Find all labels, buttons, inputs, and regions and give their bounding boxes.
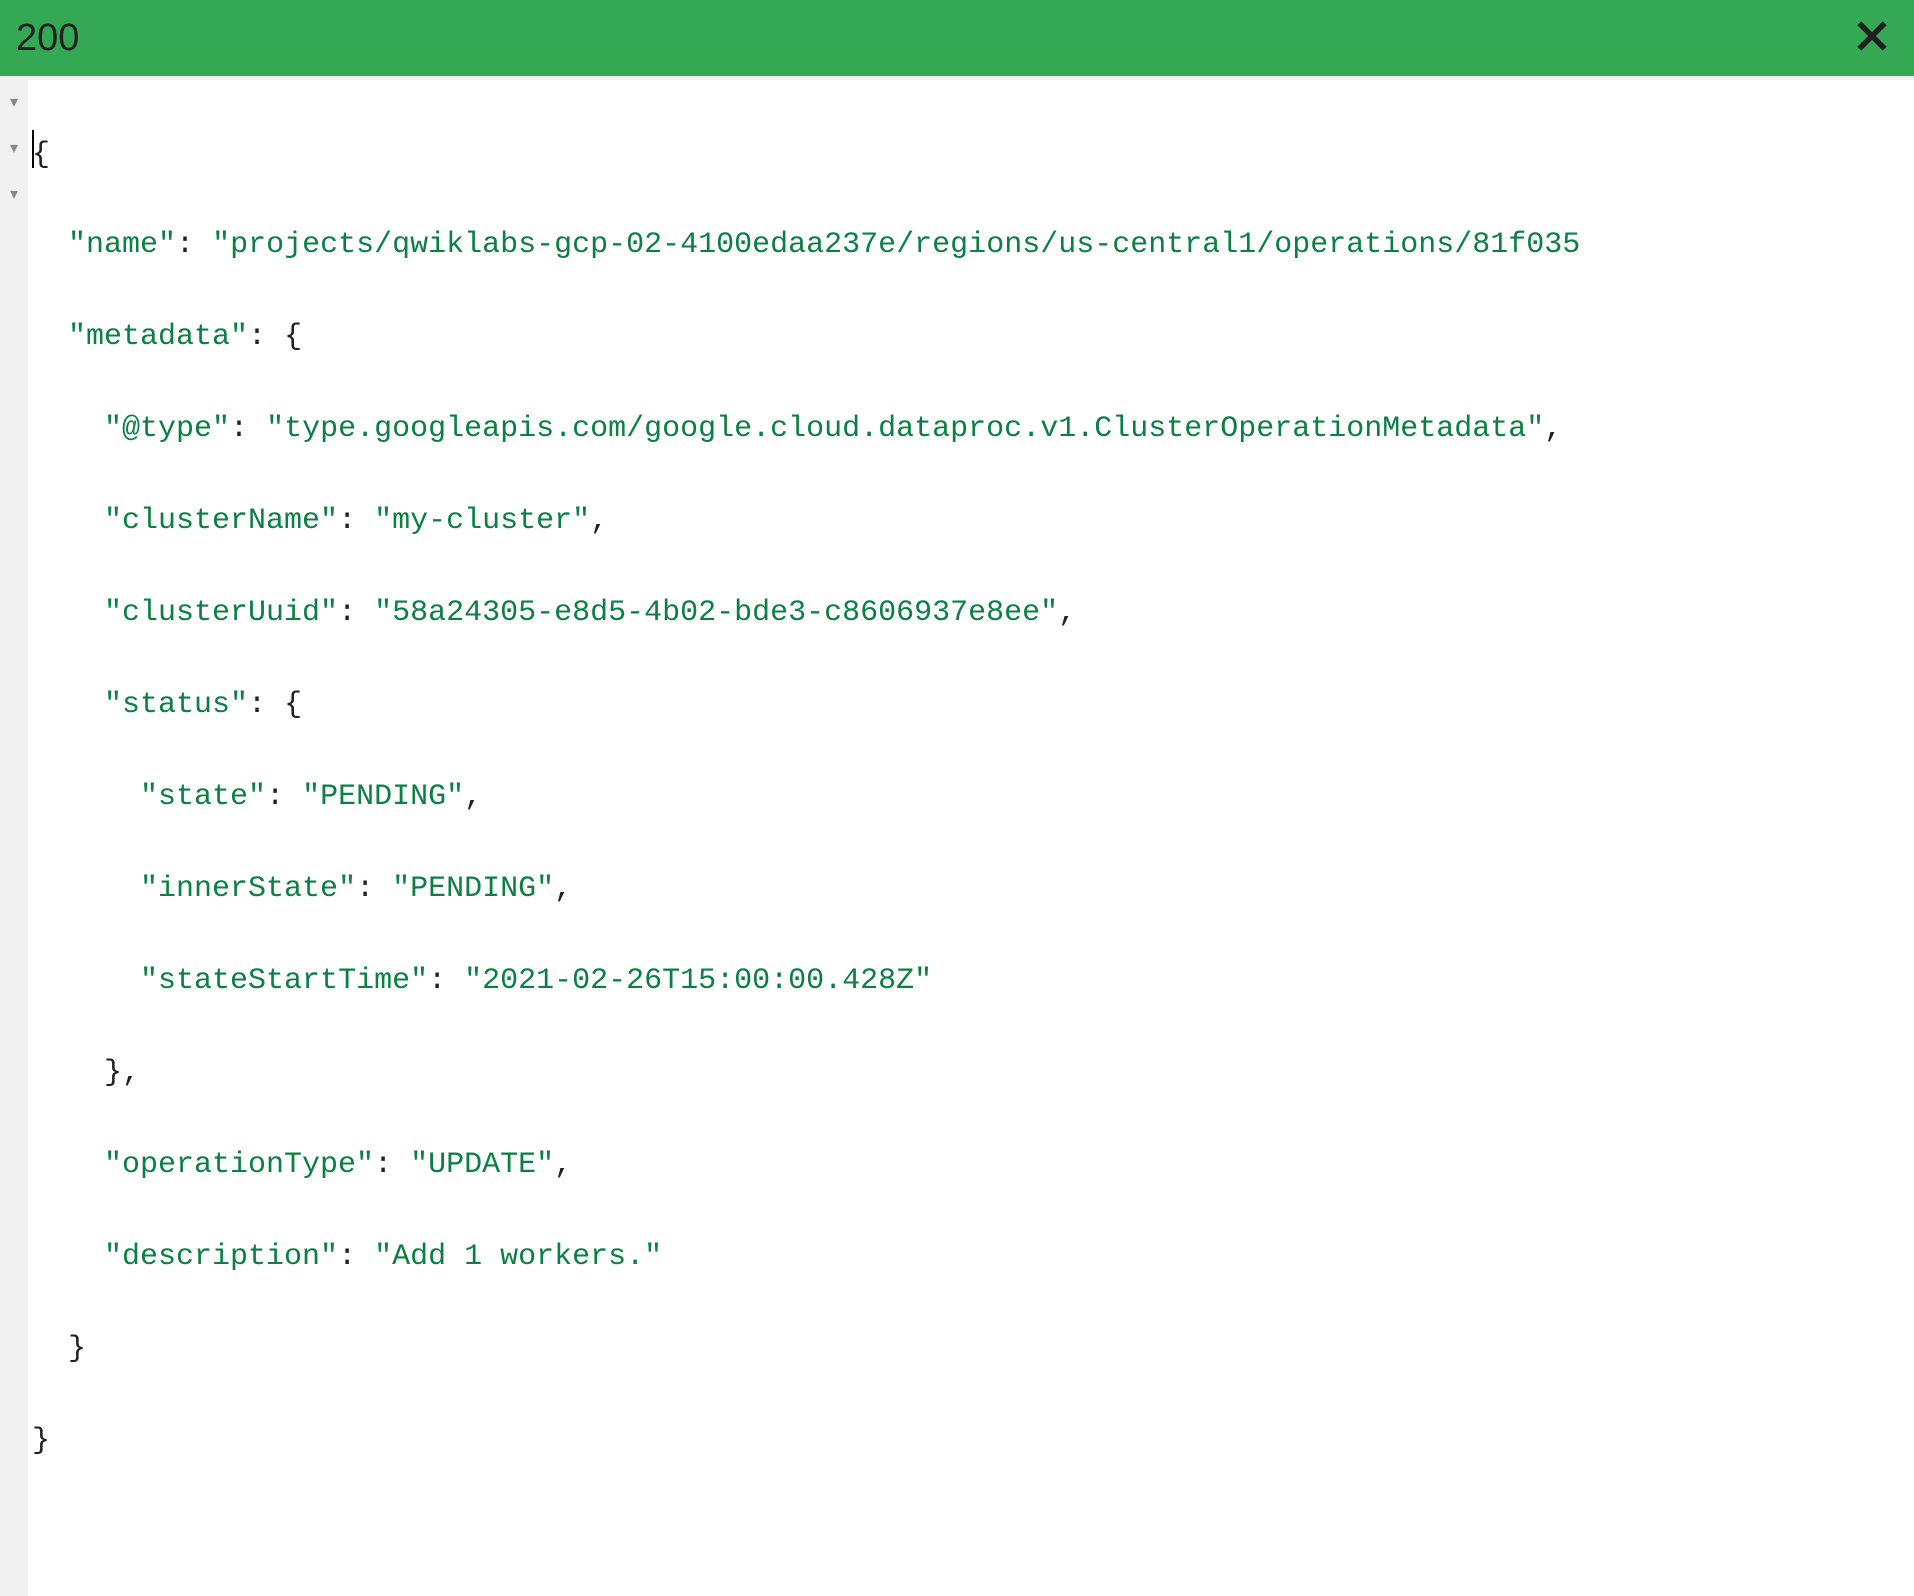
- close-button[interactable]: [1852, 18, 1892, 58]
- brace-open: {: [284, 688, 302, 722]
- code-line: "clusterName": "my-cluster",: [32, 498, 1914, 544]
- code-line: "state": "PENDING",: [32, 774, 1914, 820]
- code-line: "innerState": "PENDING",: [32, 866, 1914, 912]
- json-value-state: "PENDING": [302, 780, 464, 814]
- json-key-innerstate: "innerState": [140, 872, 356, 906]
- code-line: "name": "projects/qwiklabs-gcp-02-4100ed…: [32, 222, 1914, 268]
- json-key-description: "description": [104, 1240, 338, 1274]
- code-line: "status": {: [32, 682, 1914, 728]
- json-value-clusteruuid: "58a24305-e8d5-4b02-bde3-c8606937e8ee": [374, 596, 1058, 630]
- brace-close: }: [68, 1332, 86, 1366]
- code-line: {: [32, 130, 1914, 176]
- json-value-statestarttime: "2021-02-26T15:00:00.428Z": [464, 964, 932, 998]
- json-key-name: "name": [68, 228, 176, 262]
- fold-toggle-line7[interactable]: ▾: [0, 172, 28, 218]
- code-line: }: [32, 1326, 1914, 1372]
- json-key-clusteruuid: "clusterUuid": [104, 596, 338, 630]
- json-value-clustername: "my-cluster": [374, 504, 590, 538]
- json-key-statestarttime: "stateStartTime": [140, 964, 428, 998]
- response-body-panel: ▾ ▾ ▾ { "name": "projects/qwiklabs-gcp-0…: [0, 76, 1914, 1596]
- status-bar: 200: [0, 0, 1914, 76]
- json-key-type: "@type": [104, 412, 230, 446]
- json-key-operationtype: "operationType": [104, 1148, 374, 1182]
- json-key-metadata: "metadata": [68, 320, 248, 354]
- json-key-state: "state": [140, 780, 266, 814]
- code-line: "@type": "type.googleapis.com/google.clo…: [32, 406, 1914, 452]
- code-line: "metadata": {: [32, 314, 1914, 360]
- brace-close: },: [104, 1056, 140, 1090]
- brace-open: {: [284, 320, 302, 354]
- brace-open: {: [32, 138, 50, 172]
- json-value-operationtype: "UPDATE": [410, 1148, 554, 1182]
- json-value-description: "Add 1 workers.": [374, 1240, 662, 1274]
- json-value-name: "projects/qwiklabs-gcp-02-4100edaa237e/r…: [212, 228, 1580, 262]
- code-line: "stateStartTime": "2021-02-26T15:00:00.4…: [32, 958, 1914, 1004]
- fold-gutter: ▾ ▾ ▾: [0, 80, 28, 1596]
- code-line: "operationType": "UPDATE",: [32, 1142, 1914, 1188]
- json-code-area[interactable]: { "name": "projects/qwiklabs-gcp-02-4100…: [28, 80, 1914, 1596]
- close-icon: [1853, 17, 1891, 60]
- fold-toggle-line1[interactable]: ▾: [0, 80, 28, 126]
- code-line: }: [32, 1418, 1914, 1464]
- json-value-innerstate: "PENDING": [392, 872, 554, 906]
- code-line: "description": "Add 1 workers.": [32, 1234, 1914, 1280]
- brace-close: }: [32, 1424, 50, 1458]
- status-code: 200: [16, 17, 79, 60]
- code-line: },: [32, 1050, 1914, 1096]
- fold-toggle-line3[interactable]: ▾: [0, 126, 28, 172]
- json-value-type: "type.googleapis.com/google.cloud.datapr…: [266, 412, 1544, 446]
- json-key-clustername: "clusterName": [104, 504, 338, 538]
- json-key-status: "status": [104, 688, 248, 722]
- code-line: "clusterUuid": "58a24305-e8d5-4b02-bde3-…: [32, 590, 1914, 636]
